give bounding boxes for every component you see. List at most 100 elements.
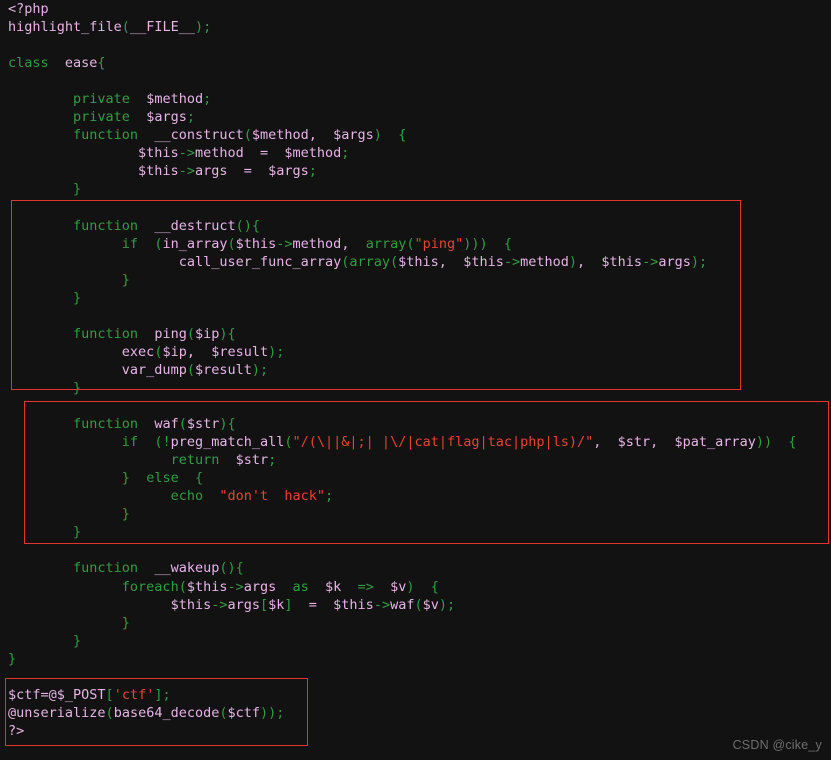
code-token-punct: ){	[219, 416, 236, 433]
code-line: call_user_func_array(array($this, $this-…	[8, 253, 797, 271]
code-token-tag: ?>	[8, 722, 25, 739]
code-token-punct: {	[788, 434, 797, 451]
code-token-def: __wakeup	[138, 560, 220, 577]
code-token-def: ease	[48, 55, 98, 72]
code-token-kw: as	[292, 578, 309, 595]
code-token-def: __destruct	[138, 217, 236, 234]
code-token-punct: )	[406, 578, 415, 595]
code-token-str: 'ctf'	[113, 686, 155, 703]
code-token-punct: }	[121, 470, 130, 487]
code-token-punct: (	[186, 361, 195, 378]
code-token-kw: array	[349, 253, 391, 270]
code-line: function __construct($method, $args) {	[8, 126, 797, 144]
code-line: highlight_file(__FILE__);	[8, 18, 797, 36]
php-source-code: <?php highlight_file(__FILE__); class ea…	[8, 0, 797, 740]
code-line: }	[8, 289, 797, 307]
code-token-punct: (	[178, 578, 187, 595]
code-token-kw: echo	[170, 488, 204, 505]
code-token-def: waf	[390, 596, 415, 613]
code-token-punct: (	[284, 434, 293, 451]
code-line: }	[8, 180, 797, 198]
code-token-punct: {	[97, 55, 106, 72]
code-token-punct: ;	[186, 109, 195, 126]
code-token-def: base64_decode	[113, 704, 220, 721]
code-token-def: exec	[121, 343, 155, 360]
code-token-punct: (	[219, 704, 228, 721]
code-token-def: $this	[235, 235, 277, 252]
code-token-kw: class	[8, 55, 49, 72]
code-line: function ping($ip){	[8, 325, 797, 343]
code-line: function waf($str){	[8, 415, 797, 433]
code-token-punct: ->	[276, 235, 293, 252]
code-token-punct: {	[430, 578, 439, 595]
code-token-def: method,	[292, 235, 366, 252]
code-token-kw: function	[73, 416, 139, 433]
code-token-punct: )	[373, 127, 382, 144]
code-token-punct: );	[251, 361, 269, 378]
code-line: private $method;	[8, 90, 797, 108]
code-token-def	[772, 434, 788, 450]
code-token-def: $v	[422, 596, 439, 613]
code-line: ?>	[8, 722, 797, 740]
code-token-kw: foreach	[121, 578, 179, 595]
code-token-punct: (	[186, 325, 195, 342]
code-line: $this->method = $method;	[8, 144, 797, 162]
code-token-def: method = $method	[194, 145, 342, 162]
code-token-def: $k	[268, 596, 285, 613]
code-token-def: args	[227, 596, 260, 613]
code-token-punct: );	[690, 253, 708, 270]
code-token-punct: ->	[178, 145, 195, 162]
code-line: }	[8, 614, 797, 632]
code-token-punct: {	[194, 470, 204, 487]
code-viewer: <?php highlight_file(__FILE__); class ea…	[0, 0, 831, 760]
code-line: class ease{	[8, 54, 797, 72]
code-token-kw: array	[365, 235, 407, 252]
code-line: @unserialize(base64_decode($ctf));	[8, 704, 797, 722]
code-token-kw: function	[73, 127, 139, 144]
code-token-punct: (){	[235, 217, 260, 234]
code-token-def	[138, 236, 154, 252]
code-token-def: $method	[129, 91, 204, 108]
code-token-kw: if	[121, 235, 139, 252]
code-token-punct: (){	[219, 560, 244, 577]
code-token-kw: return	[170, 452, 220, 469]
code-token-def: $ip	[194, 325, 220, 342]
code-token-punct: (	[390, 253, 399, 270]
code-token-punct: (	[227, 235, 236, 252]
code-line: <?php	[8, 0, 797, 18]
code-token-def	[179, 470, 195, 486]
code-line: var_dump($result);	[8, 361, 797, 379]
code-token-punct: );	[438, 596, 456, 613]
code-token-punct: [	[259, 596, 269, 613]
code-line: $this->args = $args;	[8, 162, 797, 180]
code-token-def: method	[520, 253, 569, 270]
code-token-def: = $this	[292, 596, 374, 613]
code-token-def: $this	[138, 163, 179, 180]
code-token-def: @unserialize	[8, 704, 106, 721]
code-token-punct: }	[73, 524, 82, 541]
code-token-punct: }	[121, 614, 130, 631]
code-line: }	[8, 271, 797, 289]
code-token-punct: );	[268, 343, 285, 360]
code-line: }	[8, 379, 797, 397]
code-line: private $args;	[8, 108, 797, 126]
code-token-kw: private	[73, 91, 130, 108]
